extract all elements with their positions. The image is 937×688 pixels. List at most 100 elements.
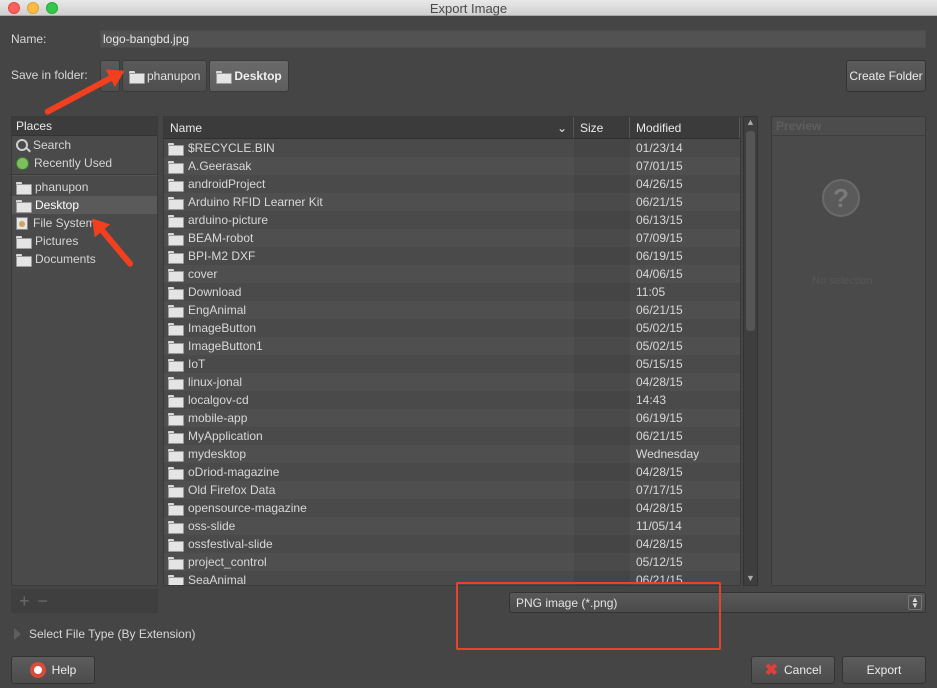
folder-icon [168,466,184,480]
path-button-desktop[interactable]: Desktop [209,60,289,92]
folder-icon [168,178,184,192]
column-header-size[interactable]: Size [574,117,630,138]
name-input[interactable] [100,30,926,48]
file-row[interactable]: oss-slide 11/05/14 [164,517,740,535]
help-button[interactable]: Help [11,656,95,684]
name-label: Name: [11,32,47,46]
file-name-cell: Download [164,285,574,300]
path-label: phanupon [147,69,201,83]
file-modified: 06/21/15 [636,429,683,443]
file-name-cell: ImageButton [164,321,574,336]
path-button-phanupon[interactable]: phanupon [122,60,208,92]
recent-icon [16,156,29,170]
file-row[interactable]: BEAM-robot 07/09/15 [164,229,740,247]
file-row[interactable]: oDriod-magazine 04/28/15 [164,463,740,481]
folder-icon [16,199,32,213]
file-size-cell [574,193,630,211]
file-name: ImageButton [188,321,257,335]
folder-icon [16,235,32,249]
folder-icon [129,70,145,84]
file-row[interactable]: ossfestival-slide 04/28/15 [164,535,740,553]
file-size-cell [574,535,630,553]
file-size-cell [574,517,630,535]
file-row[interactable]: EngAnimal 06/21/15 [164,301,740,319]
file-row[interactable]: Download 11:05 [164,283,740,301]
file-row[interactable]: arduino-picture 06/13/15 [164,211,740,229]
places-item-label: Documents [35,252,96,266]
scrollbar-thumb[interactable] [746,131,755,331]
file-modified: 06/21/15 [636,303,683,317]
file-row[interactable]: $RECYCLE.BIN 01/23/14 [164,139,740,157]
folder-icon [16,253,32,267]
folder-icon [168,538,184,552]
select-file-type-expander[interactable]: Select File Type (By Extension) [14,627,196,641]
column-header-modified[interactable]: Modified [630,117,740,138]
file-row[interactable]: opensource-magazine 04/28/15 [164,499,740,517]
file-name-cell: Old Firefox Data [164,483,574,498]
file-name: SeaAnimal [188,573,247,586]
places-footer: + − [11,589,158,613]
file-modified: 04/28/15 [636,465,683,479]
file-row[interactable]: ImageButton1 05/02/15 [164,337,740,355]
preview-header: Preview [772,117,925,136]
file-modified: 06/13/15 [636,213,683,227]
file-name-cell: ImageButton1 [164,339,574,354]
file-size-cell [574,409,630,427]
places-item-search[interactable]: Search [12,136,157,154]
file-modified: 05/15/15 [636,357,683,371]
export-button[interactable]: Export [842,656,926,684]
cancel-button[interactable]: ✖ Cancel [751,656,835,684]
file-row[interactable]: ImageButton 05/02/15 [164,319,740,337]
save-in-folder-label: Save in folder: [11,68,88,82]
file-row[interactable]: MyApplication 06/21/15 [164,427,740,445]
add-bookmark-button[interactable]: + [19,591,30,612]
folder-icon [168,556,184,570]
file-row[interactable]: project_control 05/12/15 [164,553,740,571]
file-name: linux-jonal [188,375,243,389]
places-item-desktop[interactable]: Desktop [12,196,157,214]
file-row[interactable]: mobile-app 06/19/15 [164,409,740,427]
file-name: oDriod-magazine [188,465,280,479]
places-item-phanupon[interactable]: phanupon [12,178,157,196]
folder-icon [168,394,184,408]
file-size-cell [574,355,630,373]
file-name-cell: ossfestival-slide [164,537,574,552]
places-item-file-system[interactable]: File System [12,214,157,232]
file-list-scrollbar[interactable]: ▲ ▼ [743,116,758,586]
column-header-name[interactable]: Name ⌄ [164,117,574,138]
scroll-down-icon[interactable]: ▼ [745,573,756,585]
folder-icon [216,70,233,84]
preview-empty-text: No selection [812,275,873,287]
file-row[interactable]: linux-jonal 04/28/15 [164,373,740,391]
file-name: localgov-cd [188,393,249,407]
file-row[interactable]: Old Firefox Data 07/17/15 [164,481,740,499]
file-row[interactable]: mydesktop Wednesday [164,445,740,463]
file-row[interactable]: BPI-M2 DXF 06/19/15 [164,247,740,265]
file-name-cell: EngAnimal [164,303,574,318]
file-modified: 06/19/15 [636,249,683,263]
file-row[interactable]: Arduino RFID Learner Kit 06/21/15 [164,193,740,211]
folder-icon [168,142,184,156]
file-row[interactable]: localgov-cd 14:43 [164,391,740,409]
places-item-recently-used[interactable]: Recently Used [12,154,157,172]
file-name-cell: project_control [164,555,574,570]
file-size-cell [574,319,630,337]
file-row[interactable]: cover 04/06/15 [164,265,740,283]
folder-icon [168,358,184,372]
places-item-documents[interactable]: Documents [12,250,157,268]
file-name: cover [188,267,218,281]
expander-triangle-icon [14,628,21,640]
remove-bookmark-button[interactable]: − [38,591,49,612]
file-row[interactable]: A.Geerasak 07/01/15 [164,157,740,175]
file-size-cell [574,373,630,391]
file-row[interactable]: androidProject 04/26/15 [164,175,740,193]
scroll-up-icon[interactable]: ▲ [745,117,756,129]
file-row[interactable]: IoT 05/15/15 [164,355,740,373]
create-folder-button[interactable]: Create Folder [846,60,926,92]
places-item-pictures[interactable]: Pictures [12,232,157,250]
file-size-cell [574,265,630,283]
file-name: ImageButton1 [188,339,263,353]
places-separator [12,174,157,176]
file-size-cell [574,211,630,229]
folder-icon [16,181,32,195]
